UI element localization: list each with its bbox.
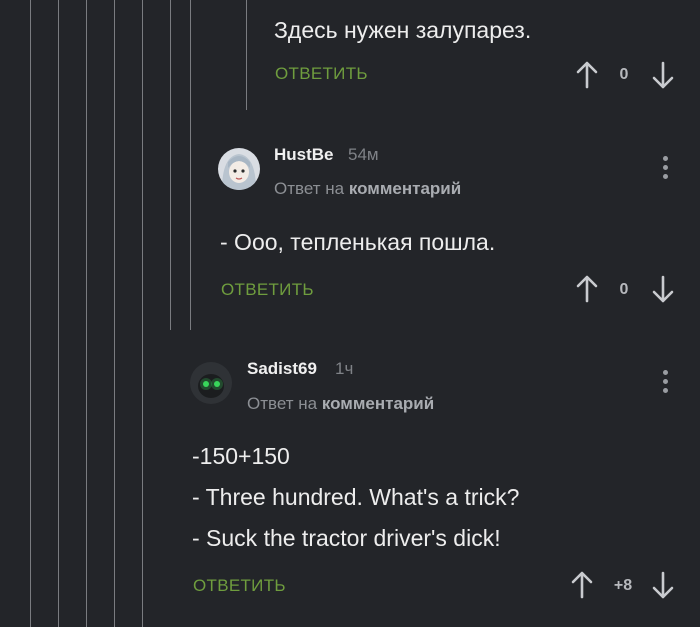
username[interactable]: HustBe <box>274 145 334 165</box>
vote-score: 0 <box>619 281 629 298</box>
thread-line <box>114 0 115 627</box>
thread-line <box>58 0 59 627</box>
vote-score: 0 <box>619 66 629 83</box>
reply-button[interactable]: ОТВЕТИТЬ <box>193 576 286 596</box>
arrow-down-icon[interactable] <box>651 60 675 90</box>
arrow-down-icon[interactable] <box>651 274 675 304</box>
thread-line <box>86 0 87 627</box>
comment-body-line: - Ооо, тепленькая пошла. <box>220 229 496 255</box>
more-vertical-icon[interactable] <box>661 370 669 400</box>
timestamp: 1ч <box>335 359 354 378</box>
arrow-up-icon[interactable] <box>570 570 594 600</box>
timestamp: 54м <box>348 145 379 164</box>
thread-line <box>246 0 247 110</box>
reply-button[interactable]: ОТВЕТИТЬ <box>221 280 314 300</box>
reply-to-link[interactable]: комментарий <box>322 394 434 413</box>
avatar[interactable] <box>218 148 260 190</box>
reply-button[interactable]: ОТВЕТИТЬ <box>275 64 368 84</box>
reply-to-info: Ответ на комментарий <box>247 394 434 414</box>
vote-score: +8 <box>613 577 633 594</box>
reply-to-prefix: Ответ на <box>247 394 318 413</box>
comment-body-line: -150+150 <box>192 443 290 469</box>
comment-body-line: - Suck the tractor driver's dick! <box>192 525 501 551</box>
thread-line <box>170 0 171 330</box>
arrow-up-icon[interactable] <box>575 274 599 304</box>
reply-to-info: Ответ на комментарий <box>274 179 461 199</box>
thread-line <box>190 0 191 330</box>
comment-body-line: Здесь нужен залупарез. <box>274 17 532 43</box>
reply-to-prefix: Ответ на <box>274 179 345 198</box>
avatar[interactable] <box>190 362 232 404</box>
thread-line <box>142 0 143 627</box>
comment-body-line: - Three hundred. What's a trick? <box>192 484 520 510</box>
thread-line <box>30 0 31 627</box>
arrow-down-icon[interactable] <box>651 570 675 600</box>
reply-to-link[interactable]: комментарий <box>349 179 461 198</box>
arrow-up-icon[interactable] <box>575 60 599 90</box>
more-vertical-icon[interactable] <box>661 156 669 186</box>
username[interactable]: Sadist69 <box>247 359 317 379</box>
